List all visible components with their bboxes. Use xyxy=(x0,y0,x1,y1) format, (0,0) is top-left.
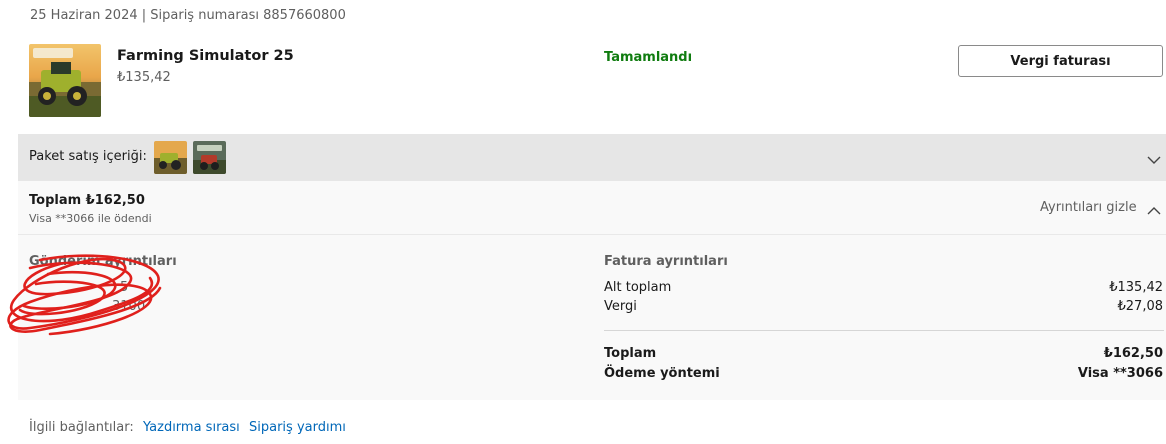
game-cover-thumbnail[interactable] xyxy=(29,44,101,117)
bundle-contents-row[interactable] xyxy=(18,134,1166,181)
tax-label: Vergi xyxy=(604,299,637,314)
chevron-up-icon[interactable] xyxy=(1147,201,1161,220)
order-status: Tamamlandı xyxy=(604,50,693,65)
game-title[interactable]: Farming Simulator 25 xyxy=(117,48,294,64)
tax-value: ₺27,08 xyxy=(1117,299,1164,314)
order-meta: 25 Haziran 2024 | Sipariş numarası 88576… xyxy=(30,8,346,23)
subtotal-label: Alt toplam xyxy=(604,280,672,295)
payment-method-label: Ödeme yöntemi xyxy=(604,366,720,381)
order-help-link[interactable]: Sipariş yardımı xyxy=(249,420,346,435)
bundle-item-thumbnail-2[interactable] xyxy=(193,141,226,174)
panel-divider xyxy=(18,234,1166,235)
subtotal-value: ₺135,42 xyxy=(1109,280,1163,295)
game-price: ₺135,42 xyxy=(117,70,171,85)
order-details-panel xyxy=(18,181,1166,400)
billing-total-label: Toplam xyxy=(604,346,657,361)
bundle-contents-label: Paket satış içeriği: xyxy=(29,149,147,164)
billing-details-title: Fatura ayrıntıları xyxy=(604,254,728,269)
tax-invoice-button[interactable]: Vergi faturası xyxy=(958,45,1163,77)
paid-with-text: Visa **3066 ile ödendi xyxy=(29,212,152,225)
redaction-scribble xyxy=(0,248,170,347)
billing-total-value: ₺162,50 xyxy=(1103,346,1163,361)
hide-details-button[interactable]: Ayrıntıları gizle xyxy=(1040,200,1137,215)
order-total-heading: Toplam ₺162,50 xyxy=(29,193,145,208)
payment-method-value: Visa **3066 xyxy=(1077,366,1163,381)
bundle-item-thumbnail-1[interactable] xyxy=(154,141,187,174)
billing-separator xyxy=(604,330,1164,331)
related-links-label: İlgili bağlantılar: xyxy=(29,420,134,435)
chevron-down-icon[interactable] xyxy=(1147,150,1161,169)
print-order-link[interactable]: Yazdırma sırası xyxy=(143,420,240,435)
